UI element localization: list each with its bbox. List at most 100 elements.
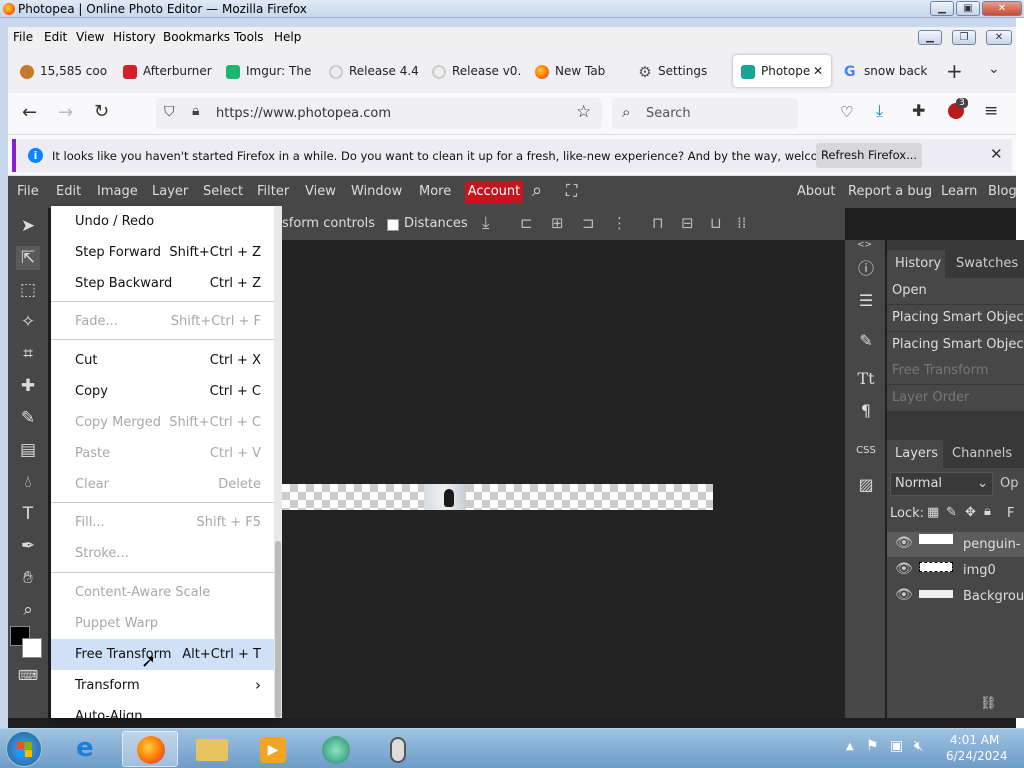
tab-new-tab[interactable]: New Tab [527,55,627,87]
link-layers-icon[interactable]: ⛓ [980,696,997,711]
transform-controls-label[interactable]: sform controls [282,216,375,231]
url-text[interactable]: https://www.photopea.com [216,106,391,121]
distances-checkbox[interactable] [387,219,399,231]
menu-item-step-forward[interactable]: Step Forward Shift+Ctrl + Z [51,237,274,268]
layer-row[interactable]: 👁︎ penguin- [887,532,1024,557]
menu-bookmarks[interactable]: Bookmarks [163,30,230,44]
pp-menu-blog[interactable]: Blog [988,184,1017,199]
extensions-icon[interactable]: ✚ [912,101,925,120]
tab-release-v0[interactable]: Release v0. [424,55,524,87]
pp-menu-filter[interactable]: Filter [257,184,289,199]
maximize-button[interactable]: ▣ [956,1,980,16]
menu-item-fade[interactable]: Fade... Shift+Ctrl + F [51,306,274,337]
dropdown-scrollbar[interactable] [274,206,282,718]
eye-icon[interactable]: 👁︎ [895,535,913,551]
taskbar-app[interactable] [308,731,364,767]
tab-channels[interactable]: Channels [952,446,1012,461]
menu-help[interactable]: Help [274,30,301,44]
hand-tool-icon[interactable]: ✋︎ [16,566,40,590]
align-middle-icon[interactable]: ⊟ [681,214,694,232]
action-center-flag-icon[interactable]: ⚑ [866,738,879,754]
hamburger-menu-icon[interactable]: ≡ [984,101,998,121]
distribute-icon[interactable]: ⋮ [612,214,627,232]
restore-button[interactable]: ❐ [952,30,976,45]
history-item[interactable]: Placing Smart Object [887,305,1024,331]
menu-history[interactable]: History [113,30,156,44]
pen-tool-icon[interactable]: ✒ [16,534,40,558]
menu-file[interactable]: File [13,30,33,44]
pp-menu-about[interactable]: About [797,184,835,199]
close-tab-window-button[interactable]: ✕ [986,30,1012,45]
pp-menu-view[interactable]: View [305,184,336,199]
taskbar-ie[interactable]: e [62,731,118,767]
pp-menu-window[interactable]: Window [351,184,402,199]
css-icon[interactable]: CSS [855,440,877,462]
align-center-icon[interactable]: ⊞ [551,214,564,232]
tab-layers[interactable]: Layers [895,446,938,461]
blend-mode-select[interactable]: Normal ⌄ [890,472,993,496]
layer-row[interactable]: 👁︎ Backgrou [887,584,1024,609]
tab-photopea[interactable]: Photope ✕ [733,55,831,87]
marquee-tool-icon[interactable]: ⬚ [16,278,40,302]
taskbar-media[interactable]: ▶ [246,731,302,767]
gradient-tool-icon[interactable]: ▤ [16,438,40,462]
pp-menu-select[interactable]: Select [203,184,243,199]
tab-swatches[interactable]: Swatches [956,256,1018,271]
scrollbar-thumb[interactable] [275,541,281,718]
tab-cookies[interactable]: 15,585 coo [12,55,108,87]
list-tabs-chevron-icon[interactable]: ⌄ [988,61,1000,77]
search-bar[interactable]: ⌕ Search [612,98,798,129]
account-button[interactable]: Account [465,181,523,203]
align-right-icon[interactable]: ⊐ [582,214,595,232]
blur-tool-icon[interactable]: 💧︎ [16,470,40,494]
pp-menu-edit[interactable]: Edit [56,184,81,199]
menu-item-clear[interactable]: Clear Delete [51,469,274,500]
taskbar-explorer[interactable] [184,731,240,767]
download-icon[interactable]: ⤓ [482,213,490,233]
magic-wand-icon[interactable]: ✧ [16,310,40,334]
eye-icon[interactable]: 👁︎ [895,561,913,577]
character-icon[interactable]: Tt [855,368,877,390]
lock-icon[interactable]: 🔒︎ [192,103,199,119]
show-hidden-icons-icon[interactable]: ▲ [846,741,854,752]
reload-icon[interactable]: ↻ [94,101,109,122]
start-button[interactable] [6,731,42,767]
eye-icon[interactable]: 👁︎ [895,587,913,603]
info-icon[interactable]: ⓘ [855,258,877,280]
menu-item-transform[interactable]: Transform › [51,670,274,701]
close-window-button[interactable]: ✕ [982,1,1022,16]
keyboard-icon[interactable]: ⌨ [16,664,40,688]
menu-item-paste[interactable]: Paste Ctrl + V [51,438,274,469]
align-left-icon[interactable]: ⊏ [520,214,533,232]
volume-muted-icon[interactable]: 🔇︎ [914,738,923,754]
menu-item-stroke[interactable]: Stroke... [51,538,274,569]
close-tab-icon[interactable]: ✕ [813,55,823,87]
adjustments-icon[interactable]: ☰ [855,290,877,312]
tab-afterburner[interactable]: Afterburner [115,55,215,87]
text-tool-icon[interactable]: T [16,502,40,526]
brush-tool-icon[interactable]: ✎ [16,406,40,430]
paragraph-icon[interactable]: ¶ [855,400,877,422]
tab-history[interactable]: History [895,256,941,271]
tab-snow-back[interactable]: Gsnow back [836,55,934,87]
menu-tools[interactable]: Tools [234,30,264,44]
menu-item-free-transform[interactable]: Free Transform Alt+Ctrl + T [51,639,274,670]
menu-item-puppet-warp[interactable]: Puppet Warp [51,608,274,639]
history-item[interactable]: Placing Smart Object [887,332,1024,358]
tab-release-44[interactable]: Release 4.4 [321,55,421,87]
lock-all-icon[interactable]: 🔒︎ [984,504,991,519]
canvas-area[interactable] [282,240,845,718]
tab-imgur[interactable]: Imgur: The [218,55,318,87]
pp-menu-report-bug[interactable]: Report a bug [848,184,932,199]
search-icon[interactable]: ⌕ [532,180,542,201]
healing-tool-icon[interactable]: ✚ [16,374,40,398]
crop-tool-icon[interactable]: ⌗ [16,342,40,366]
history-item[interactable]: Layer Order [887,385,1024,411]
align-bottom-icon[interactable]: ⊔ [710,214,722,232]
shield-icon[interactable]: ⛉ [164,104,175,120]
zoom-tool-icon[interactable]: ⌕ [16,598,40,622]
minimize-button[interactable]: ▁ [930,1,954,16]
move-tool-icon[interactable]: ➤ [16,214,40,238]
bookmark-star-icon[interactable]: ☆ [576,102,591,122]
fullscreen-icon[interactable]: ⛶ [566,181,577,201]
